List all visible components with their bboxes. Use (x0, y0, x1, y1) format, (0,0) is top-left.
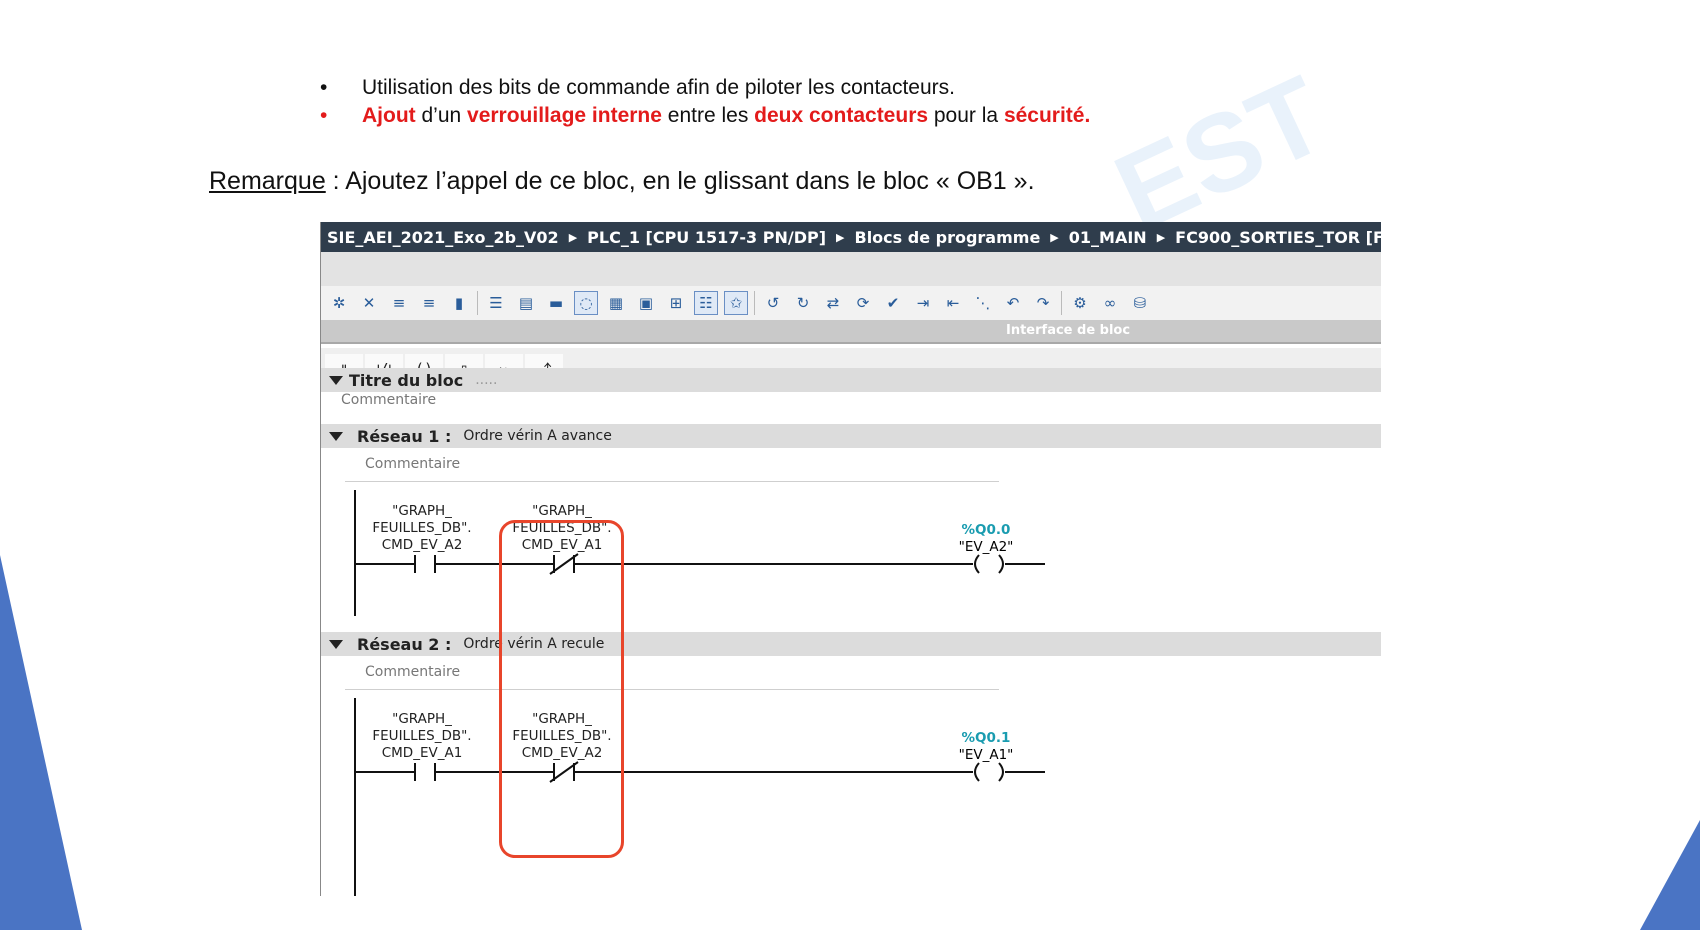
bullet-2-part: d’un (415, 104, 468, 127)
bullet-2-part: sécurité. (1003, 104, 1091, 127)
tia-portal-screenshot: SIE_AEI_2021_Exo_2b_V02 ▶ PLC_1 [CPU 151… (320, 222, 1381, 896)
bullet-2-part: entre les (661, 104, 755, 127)
bullet-2-part: deux contacteurs (754, 104, 929, 127)
bullet-2-part: verrouillage interne (467, 104, 662, 127)
right-blue-triangle (1640, 820, 1700, 930)
network-2-rung (354, 698, 1045, 896)
bullet-2-part: Ajout (362, 104, 416, 127)
bullet-1: • Utilisation des bits de commande afin … (320, 74, 1090, 102)
coil-right (998, 762, 1004, 782)
remark-text: : Ajoutez l’appel de ce bloc, en le glis… (325, 167, 1035, 195)
slide: EST • Utilisation des bits de commande a… (0, 0, 1700, 930)
bullet-dot: • (320, 104, 328, 127)
bullet-list: • Utilisation des bits de commande afin … (320, 74, 1090, 130)
coil-left (974, 762, 980, 782)
ladder-diagram (354, 490, 1045, 896)
remark: Remarque : Ajoutez l’appel de ce bloc, e… (209, 167, 1035, 196)
coil-right (998, 554, 1004, 574)
network-1-rung (354, 490, 1045, 616)
left-blue-triangle (0, 555, 82, 930)
remark-label: Remarque (209, 167, 326, 195)
coil-left (974, 554, 980, 574)
interlock-highlight-box (499, 520, 624, 858)
bullet-dot: • (320, 76, 328, 99)
bullet-2: • Ajout d’un verrouillage interne entre … (320, 102, 1090, 130)
bullet-2-part: pour la (928, 104, 1004, 127)
bullet-1-text: Utilisation des bits de commande afin de… (362, 76, 955, 99)
